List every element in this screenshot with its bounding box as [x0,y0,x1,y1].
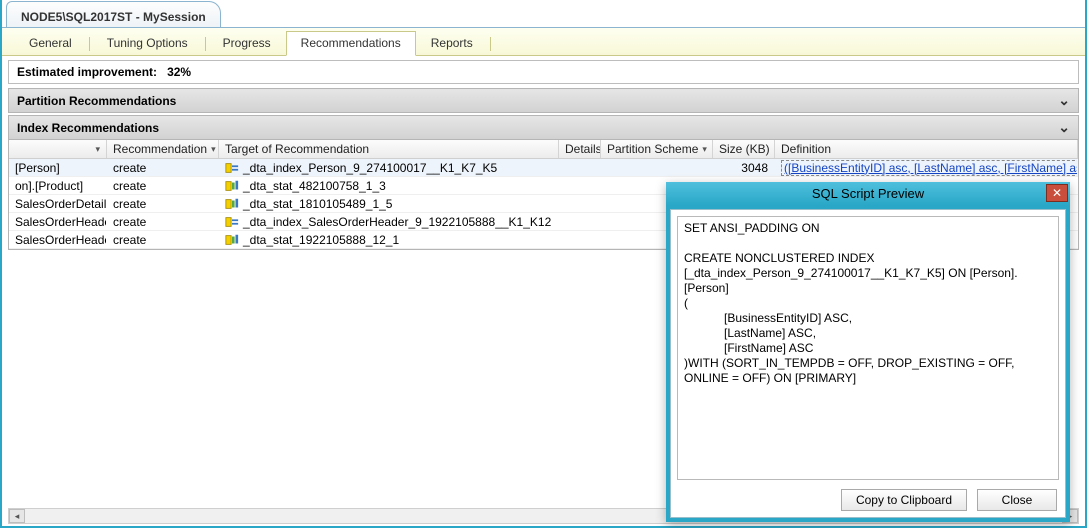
tab-general[interactable]: General [14,31,87,55]
session-tab-row: NODE5\SQL2017ST - MySession [2,0,1085,28]
col-target[interactable]: Target of Recommendation [219,140,559,158]
statistics-icon [225,233,239,247]
summary-value: 32% [167,65,191,79]
close-icon: ✕ [1052,186,1062,200]
tab-separator [89,37,90,51]
cell-object: on].[Product] [9,178,107,194]
index-icon [225,215,239,229]
cell-size: 3048 [713,160,775,176]
dropdown-icon: ▾ [95,144,100,155]
preview-buttons: Copy to Clipboard Close [677,483,1059,511]
dropdown-icon: ▾ [702,144,707,155]
preview-title: SQL Script Preview [666,186,1070,201]
cell-object: SalesOrderDetail] [9,196,107,212]
cell-details [559,167,601,169]
statistics-icon [225,197,239,211]
close-preview-button[interactable]: Close [977,489,1057,511]
dropdown-icon: ▾ [211,144,216,155]
cell-target: _dta_stat_1922105888_12_1 [219,232,559,248]
section-partition-label: Partition Recommendations [17,94,176,108]
index-icon [225,161,239,175]
cell-recommendation: create [107,178,219,194]
cell-definition[interactable]: ([BusinessEntityID] asc, [LastName] asc,… [775,159,1078,177]
chevron-down-icon: ⌄ [1058,92,1070,109]
session-tab-label: NODE5\SQL2017ST - MySession [21,10,206,24]
sql-script-text[interactable] [677,216,1059,480]
cell-recommendation: create [107,232,219,248]
copy-to-clipboard-button[interactable]: Copy to Clipboard [841,489,967,511]
col-recommendation[interactable]: Recommendation▾ [107,140,219,158]
preview-titlebar[interactable]: SQL Script Preview ✕ [666,182,1070,205]
cell-target: _dta_index_Person_9_274100017__K1_K7_K5 [219,160,559,176]
col-partition-scheme[interactable]: Partition Scheme▾ [601,140,713,158]
cell-partition-scheme [601,167,713,169]
scroll-left-button[interactable]: ◂ [9,509,25,523]
grid-header: ▾ Recommendation▾ Target of Recommendati… [9,140,1078,159]
col-size[interactable]: Size (KB) [713,140,775,158]
tab-separator [490,37,491,51]
statistics-icon [225,179,239,193]
sql-script-preview-window: SQL Script Preview ✕ Copy to Clipboard C… [666,182,1070,522]
cell-details [559,203,601,205]
tab-separator [205,37,206,51]
estimated-improvement-bar: Estimated improvement: 32% [8,60,1079,84]
col-definition[interactable]: Definition [775,140,1078,158]
section-index-recommendations[interactable]: Index Recommendations ⌄ [8,115,1079,140]
section-index-label: Index Recommendations [17,121,159,135]
cell-target: _dta_stat_1810105489_1_5 [219,196,559,212]
table-row[interactable]: [Person]create_dta_index_Person_9_274100… [9,159,1078,177]
cell-recommendation: create [107,160,219,176]
section-partition-recommendations[interactable]: Partition Recommendations ⌄ [8,88,1079,113]
col-details[interactable]: Details [559,140,601,158]
cell-object: SalesOrderHeader] [9,214,107,230]
tab-progress[interactable]: Progress [208,31,286,55]
chevron-down-icon: ⌄ [1058,119,1070,136]
tab-reports[interactable]: Reports [416,31,488,55]
cell-recommendation: create [107,214,219,230]
summary-label: Estimated improvement: [17,65,157,79]
cell-recommendation: create [107,196,219,212]
session-tab[interactable]: NODE5\SQL2017ST - MySession [6,1,221,27]
cell-object: SalesOrderHeader] [9,232,107,248]
cell-details [559,239,601,241]
cell-target: _dta_stat_482100758_1_3 [219,178,559,194]
cell-details [559,185,601,187]
cell-object: [Person] [9,160,107,176]
close-button[interactable]: ✕ [1046,184,1068,202]
preview-body: Copy to Clipboard Close [670,209,1066,518]
tab-tuning-options[interactable]: Tuning Options [92,31,203,55]
cell-details [559,221,601,223]
definition-link[interactable]: ([BusinessEntityID] asc, [LastName] asc,… [781,160,1078,176]
tab-recommendations[interactable]: Recommendations [286,31,416,56]
tab-strip: General Tuning Options Progress Recommen… [2,28,1085,56]
cell-target: _dta_index_SalesOrderHeader_9_1922105888… [219,214,559,230]
col-object[interactable]: ▾ [9,140,107,158]
